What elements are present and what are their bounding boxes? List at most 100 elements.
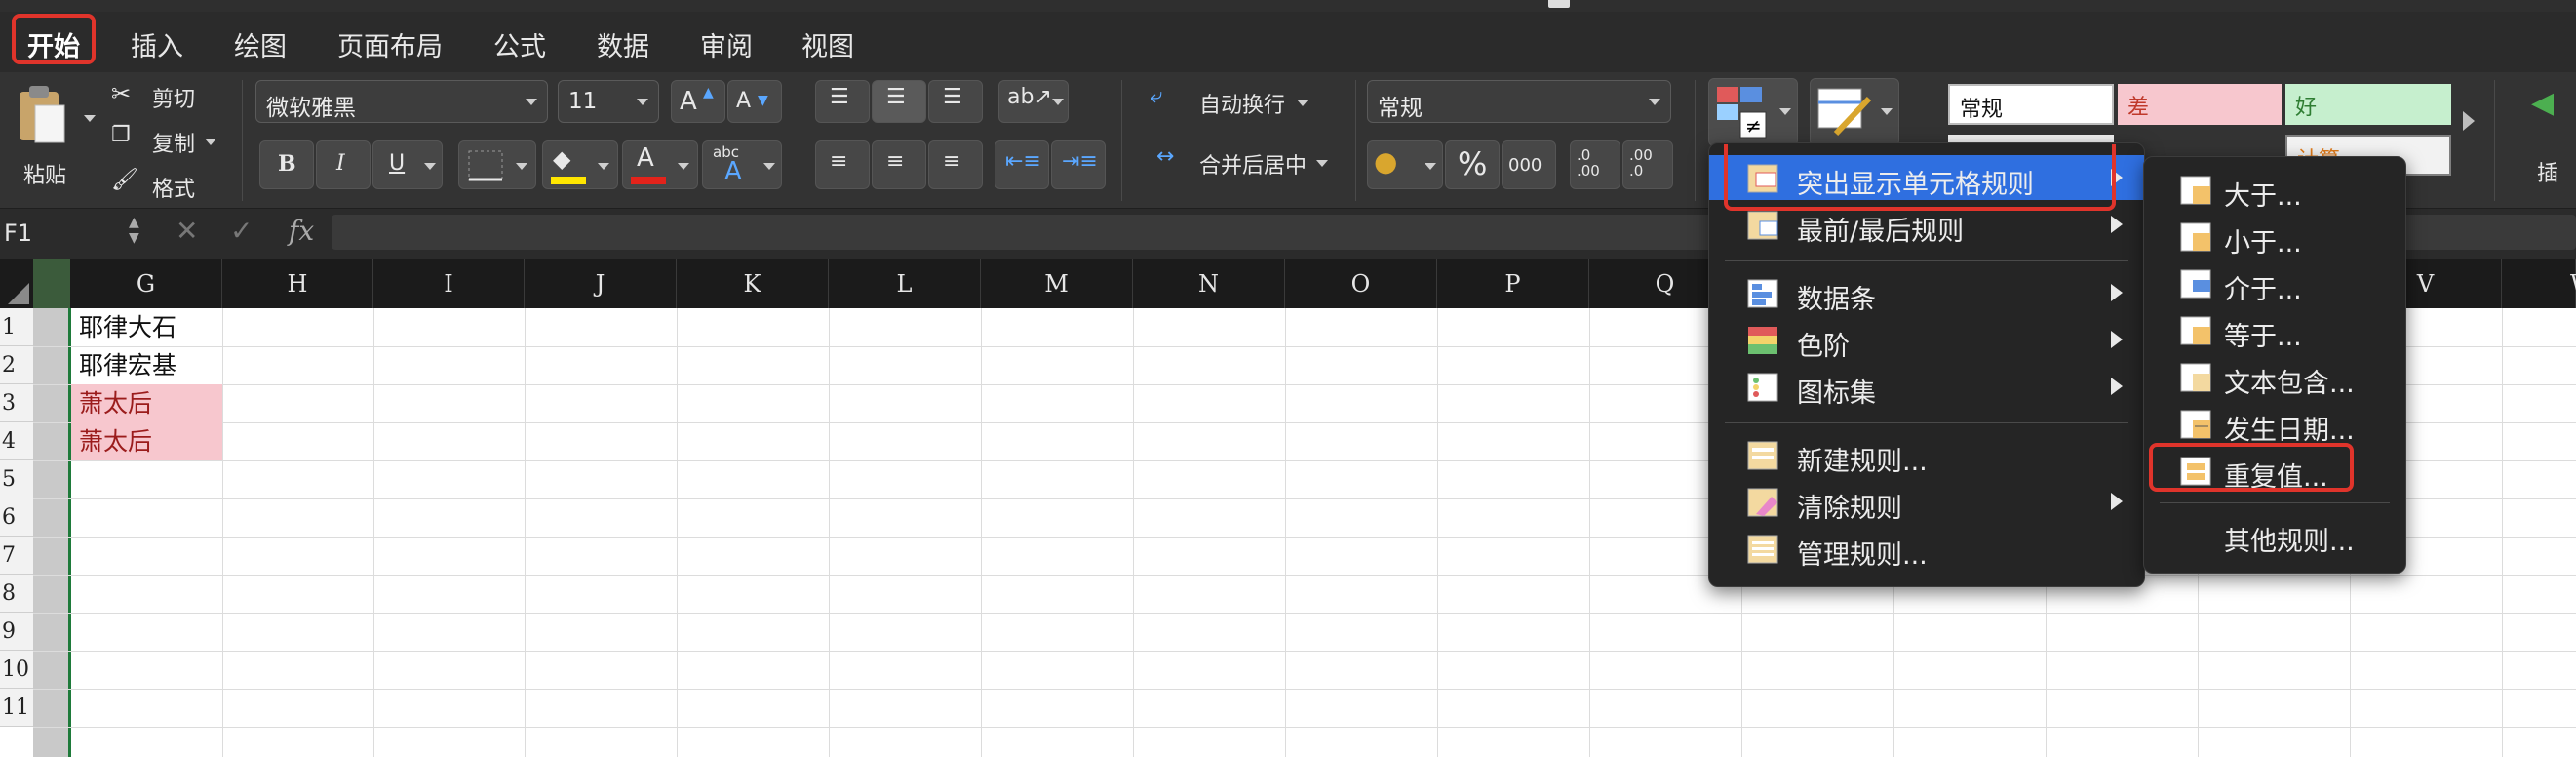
- tab-view[interactable]: 视图: [801, 25, 854, 63]
- align-top-button[interactable]: ☰: [815, 80, 870, 123]
- tab-formulas[interactable]: 公式: [493, 25, 546, 63]
- menu-item-color-scales[interactable]: 色阶: [1709, 317, 2144, 362]
- italic-button[interactable]: I: [316, 140, 371, 189]
- row-header[interactable]: 4: [0, 422, 33, 460]
- comma-style-button[interactable]: 000: [1502, 140, 1556, 189]
- row-header[interactable]: 3: [0, 384, 33, 422]
- menu-item-new-rule[interactable]: 新建规则...: [1709, 432, 2144, 477]
- row-header[interactable]: 10: [0, 651, 33, 689]
- cell-G2[interactable]: 耶律宏基: [71, 346, 222, 384]
- column-header[interactable]: W: [2502, 259, 2576, 308]
- font-color-button[interactable]: A: [622, 140, 698, 189]
- chevron-down-icon[interactable]: [1425, 163, 1436, 170]
- column-header[interactable]: P: [1437, 259, 1589, 308]
- align-bottom-button[interactable]: ☰: [928, 80, 983, 123]
- row-header[interactable]: 7: [0, 537, 33, 575]
- conditional-formatting-button[interactable]: ≠: [1708, 78, 1798, 146]
- submenu-item-between[interactable]: 介于...: [2144, 260, 2405, 305]
- column-header[interactable]: G: [70, 259, 222, 308]
- submenu-item-equal-to[interactable]: 等于...: [2144, 307, 2405, 352]
- align-right-button[interactable]: ≡: [928, 140, 983, 189]
- row-header[interactable]: 2: [0, 346, 33, 384]
- number-format-select[interactable]: 常规: [1367, 80, 1671, 123]
- cell-G1[interactable]: 耶律大石: [71, 308, 222, 346]
- submenu-item-greater-than[interactable]: 大于...: [2144, 167, 2405, 212]
- align-center-button[interactable]: ≡: [872, 140, 926, 189]
- gallery-scroll-right-icon[interactable]: [2463, 111, 2475, 131]
- select-all-corner[interactable]: [0, 259, 33, 308]
- accounting-format-button[interactable]: ●: [1367, 140, 1443, 189]
- row-header[interactable]: 5: [0, 460, 33, 498]
- submenu-item-more-rules[interactable]: 其他规则...: [2144, 512, 2405, 557]
- column-header[interactable]: K: [677, 259, 829, 308]
- column-header[interactable]: I: [373, 259, 525, 308]
- cell-G3[interactable]: 萧太后: [71, 384, 222, 422]
- chevron-down-icon[interactable]: [763, 163, 775, 170]
- merge-center-button[interactable]: ↔ 合并后居中: [1151, 144, 1346, 183]
- style-good[interactable]: 好: [2285, 84, 2451, 125]
- tab-data[interactable]: 数据: [597, 25, 649, 63]
- font-name-select[interactable]: 微软雅黑: [255, 80, 548, 123]
- borders-button[interactable]: [458, 140, 536, 189]
- paste-button[interactable]: 粘贴: [10, 80, 98, 197]
- align-middle-button[interactable]: ☰: [872, 80, 926, 123]
- cell-G4[interactable]: 萧太后: [71, 422, 222, 460]
- increase-decimal-button[interactable]: .0 .00: [1570, 140, 1620, 189]
- column-header[interactable]: O: [1285, 259, 1437, 308]
- bold-button[interactable]: B: [259, 140, 314, 189]
- submenu-item-less-than[interactable]: 小于...: [2144, 214, 2405, 259]
- format-painter-button[interactable]: 🖌 格式: [111, 168, 218, 203]
- phonetic-guide-button[interactable]: abc A: [702, 140, 782, 189]
- increase-indent-button[interactable]: ⇥≡: [1051, 140, 1106, 189]
- chevron-down-icon[interactable]: [1052, 99, 1064, 105]
- column-header[interactable]: H: [222, 259, 373, 308]
- chevron-down-icon[interactable]: [598, 163, 609, 170]
- chevron-down-icon[interactable]: [516, 163, 527, 170]
- style-bad[interactable]: 差: [2118, 84, 2282, 125]
- percent-style-button[interactable]: %: [1445, 140, 1500, 189]
- chevron-down-icon[interactable]: [424, 163, 436, 170]
- format-as-table-button[interactable]: [1810, 78, 1899, 146]
- submenu-item-text-contains[interactable]: 文本包含...: [2144, 354, 2405, 399]
- row-header[interactable]: 6: [0, 498, 33, 537]
- row-header[interactable]: 8: [0, 575, 33, 613]
- column-header-F[interactable]: [33, 259, 70, 308]
- tab-draw[interactable]: 绘图: [234, 25, 287, 63]
- submenu-item-date-occurring[interactable]: 发生日期...: [2144, 401, 2405, 446]
- increase-font-size-button[interactable]: A ▲: [671, 80, 725, 123]
- column-header[interactable]: M: [981, 259, 1133, 308]
- style-normal[interactable]: 常规: [1948, 84, 2114, 125]
- decrease-font-size-button[interactable]: A ▼: [727, 80, 782, 123]
- menu-item-icon-sets[interactable]: 图标集: [1709, 364, 2144, 409]
- menu-item-clear-rules[interactable]: 清除规则: [1709, 479, 2144, 524]
- row-header[interactable]: 11: [0, 689, 33, 727]
- column-header[interactable]: L: [829, 259, 981, 308]
- enter-icon[interactable]: ✓: [230, 215, 253, 247]
- tab-page-layout[interactable]: 页面布局: [337, 25, 443, 63]
- decrease-indent-button[interactable]: ⇤≡: [995, 140, 1049, 189]
- paste-dropdown-icon[interactable]: [84, 115, 96, 122]
- menu-item-data-bars[interactable]: 数据条: [1709, 270, 2144, 315]
- decrease-decimal-button[interactable]: .00 .0: [1622, 140, 1673, 189]
- orientation-button[interactable]: ab↗: [998, 80, 1069, 123]
- name-box-stepper-icon[interactable]: ▲ ▼: [129, 215, 139, 246]
- copy-button[interactable]: ❐ 复制: [111, 123, 228, 158]
- align-left-button[interactable]: ≡: [815, 140, 870, 189]
- column-header[interactable]: J: [525, 259, 677, 308]
- menu-item-manage-rules[interactable]: 管理规则...: [1709, 526, 2144, 571]
- column-header[interactable]: N: [1133, 259, 1285, 308]
- row-header[interactable]: 9: [0, 613, 33, 651]
- tab-review[interactable]: 审阅: [700, 25, 753, 63]
- underline-button[interactable]: U: [372, 140, 443, 189]
- chevron-down-icon[interactable]: [678, 163, 689, 170]
- cancel-icon[interactable]: ✕: [176, 215, 198, 247]
- fill-color-button[interactable]: ◆: [542, 140, 618, 189]
- font-size-select[interactable]: 11: [558, 80, 659, 123]
- tab-insert[interactable]: 插入: [131, 25, 183, 63]
- insert-cells-button[interactable]: ◀ 插: [2531, 86, 2576, 193]
- insert-function-icon[interactable]: fx: [289, 215, 314, 247]
- copy-dropdown-icon[interactable]: [205, 139, 216, 145]
- cut-button[interactable]: ✂ 剪切: [111, 78, 218, 113]
- wrap-text-button[interactable]: ⤶ 自动换行: [1151, 84, 1346, 123]
- row-header[interactable]: 1: [0, 308, 33, 346]
